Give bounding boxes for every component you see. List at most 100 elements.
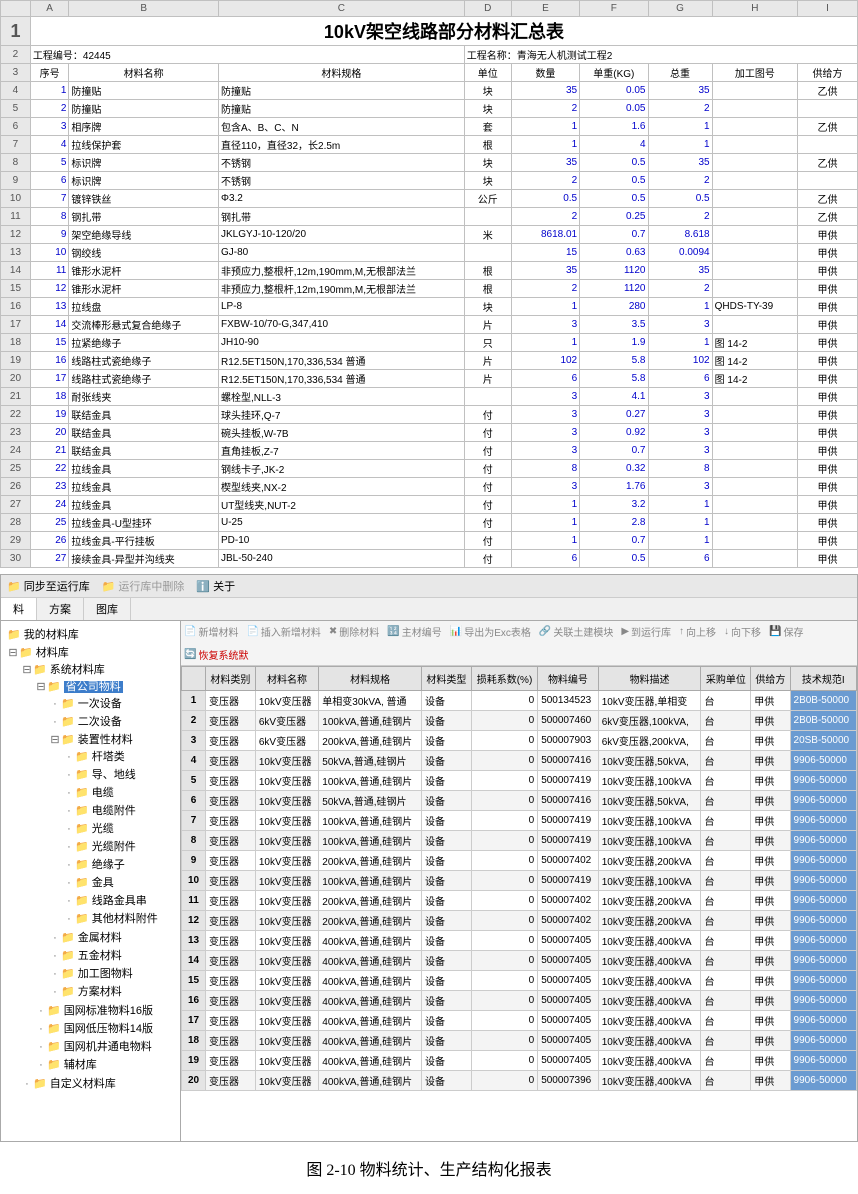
table-row[interactable]: 25 22 拉线金具 钢线卡子,JK-2 付 8 0.32 8 甲供 — [1, 460, 858, 478]
tree-node[interactable]: ·📁 二次设备 — [49, 712, 176, 730]
tree-node[interactable]: ·📁 国网低压物料14版 — [35, 1019, 176, 1037]
summary-spreadsheet[interactable]: A B C D E F G H I 1 10kV架空线路部分材料汇总表 2 工程… — [0, 0, 858, 568]
tab-scheme[interactable]: 方案 — [37, 598, 84, 620]
grid-row[interactable]: 19 变压器 10kV变压器 400kVA,普通,硅钢片 设备 0 500007… — [182, 1051, 857, 1071]
table-row[interactable]: 13 10 钢绞线 GJ-80 15 0.63 0.0094 甲供 — [1, 244, 858, 262]
table-row[interactable]: 19 16 线路柱式瓷绝缘子 R12.5ET150N,170,336,534 普… — [1, 352, 858, 370]
sync-button[interactable]: 📁 同步至运行库 — [7, 578, 90, 594]
tree-node[interactable]: ·📁 其他材料附件 — [63, 909, 176, 927]
table-row[interactable]: 10 7 镀锌铁丝 Φ3.2 公斤 0.5 0.5 0.5 乙供 — [1, 190, 858, 208]
grid-header[interactable] — [182, 667, 206, 691]
tab-gallery[interactable]: 图库 — [84, 598, 131, 620]
table-row[interactable]: 21 18 耐张线夹 螺栓型,NLL-3 3 4.1 3 甲供 — [1, 388, 858, 406]
tree-node[interactable]: ·📁 金具 — [63, 873, 176, 891]
tree-node[interactable]: ·📁 一次设备 — [49, 694, 176, 712]
tb-export[interactable]: 📊导出为Exc表格 — [450, 624, 531, 639]
table-row[interactable]: 27 24 拉线金具 UT型线夹,NUT-2 付 1 3.2 1 甲供 — [1, 496, 858, 514]
table-row[interactable]: 24 21 联结金具 直角挂板,Z-7 付 3 0.7 3 甲供 — [1, 442, 858, 460]
grid-row[interactable]: 8 变压器 10kV变压器 100kVA,普通,硅钢片 设备 0 5000074… — [182, 831, 857, 851]
tree-node[interactable]: ·📁 电缆 — [63, 783, 176, 801]
grid-row[interactable]: 12 变压器 10kV变压器 200kVA,普通,硅钢片 设备 0 500007… — [182, 911, 857, 931]
grid-row[interactable]: 1 变压器 10kV变压器 单相变30kVA, 普通 设备 0 50013452… — [182, 691, 857, 711]
tb-delete[interactable]: ✖删除材料 — [329, 624, 379, 639]
grid-row[interactable]: 11 变压器 10kV变压器 200kVA,普通,硅钢片 设备 0 500007… — [182, 891, 857, 911]
grid-row[interactable]: 5 变压器 10kV变压器 100kVA,普通,硅钢片 设备 0 5000074… — [182, 771, 857, 791]
tb-link[interactable]: 🔗关联土建模块 — [539, 624, 613, 639]
tree-node[interactable]: ·📁 绝缘子 — [63, 855, 176, 873]
grid-row[interactable]: 4 变压器 10kV变压器 50kVA,普通,硅钢片 设备 0 50000741… — [182, 751, 857, 771]
grid-row[interactable]: 15 变压器 10kV变压器 400kVA,普通,硅钢片 设备 0 500007… — [182, 971, 857, 991]
table-row[interactable]: 18 15 拉紧绝缘子 JH10-90 只 1 1.9 1 图 14-2 甲供 — [1, 334, 858, 352]
tree-root-mylib[interactable]: 📁 我的材料库 — [7, 625, 176, 643]
tab-material[interactable]: 料 — [1, 598, 37, 620]
grid-header[interactable]: 材料规格 — [319, 667, 422, 691]
table-row[interactable]: 20 17 线路柱式瓷绝缘子 R12.5ET150N,170,336,534 普… — [1, 370, 858, 388]
grid-row[interactable]: 9 变压器 10kV变压器 200kVA,普通,硅钢片 设备 0 5000074… — [182, 851, 857, 871]
grid-row[interactable]: 7 变压器 10kV变压器 100kVA,普通,硅钢片 设备 0 5000074… — [182, 811, 857, 831]
tree-node[interactable]: ·📁 线路金具串 — [63, 891, 176, 909]
tb-torun[interactable]: ▶到运行库 — [621, 624, 671, 639]
tree-node[interactable]: ·📁 杆塔类 — [63, 747, 176, 765]
tb-code[interactable]: 🔢主材编号 — [387, 624, 441, 639]
tb-down[interactable]: ↓向下移 — [724, 624, 761, 639]
table-row[interactable]: 7 4 拉线保护套 直径110，直径32，长2.5m 根 1 4 1 — [1, 136, 858, 154]
tb-restore[interactable]: 🔄恢复系统默 — [184, 647, 248, 662]
tree-node[interactable]: ·📁 光缆附件 — [63, 837, 176, 855]
table-row[interactable]: 8 5 标识牌 不锈钢 块 35 0.5 35 乙供 — [1, 154, 858, 172]
grid-row[interactable]: 20 变压器 10kV变压器 400kVA,普通,硅钢片 设备 0 500007… — [182, 1071, 857, 1091]
grid-header[interactable]: 材料类别 — [206, 667, 256, 691]
material-datagrid[interactable]: 材料类别材料名称材料规格材料类型损耗系数(%)物料编号物料描述采购单位供给方技术… — [181, 666, 857, 1091]
table-row[interactable]: 22 19 联结金具 球头挂环,Q-7 付 3 0.27 3 甲供 — [1, 406, 858, 424]
table-row[interactable]: 4 1 防撞贴 防撞贴 块 35 0.05 35 乙供 — [1, 82, 858, 100]
grid-row[interactable]: 18 变压器 10kV变压器 400kVA,普通,硅钢片 设备 0 500007… — [182, 1031, 857, 1051]
tree-node[interactable]: ·📁 国网标准物料16版 — [35, 1001, 176, 1019]
grid-header[interactable]: 供给方 — [751, 667, 790, 691]
delete-run-button[interactable]: 📁 运行库中删除 — [102, 578, 185, 594]
grid-row[interactable]: 10 变压器 10kV变压器 100kVA,普通,硅钢片 设备 0 500007… — [182, 871, 857, 891]
tree-node[interactable]: ·📁 辅材库 — [35, 1055, 176, 1073]
grid-header[interactable]: 损耗系数(%) — [471, 667, 537, 691]
table-row[interactable]: 28 25 拉线金具-U型挂环 U-25 付 1 2.8 1 甲供 — [1, 514, 858, 532]
tree-node[interactable]: ·📁 加工图物料 — [49, 964, 176, 982]
table-row[interactable]: 14 11 锥形水泥杆 非预应力,整根杆,12m,190mm,M,无根部法兰 根… — [1, 262, 858, 280]
tb-add[interactable]: 📄新增材料 — [184, 624, 238, 639]
tree-node[interactable]: ⊟📁 省公司物料·📁 一次设备·📁 二次设备⊟📁 装置性材料·📁 杆塔类·📁 导… — [35, 677, 176, 1001]
table-row[interactable]: 26 23 拉线金具 楔型线夹,NX-2 付 3 1.76 3 甲供 — [1, 478, 858, 496]
grid-row[interactable]: 16 变压器 10kV变压器 400kVA,普通,硅钢片 设备 0 500007… — [182, 991, 857, 1011]
about-button[interactable]: ℹ️ 关于 — [196, 578, 235, 594]
grid-header[interactable]: 物料描述 — [598, 667, 701, 691]
tree-node[interactable]: ·📁 五金材料 — [49, 946, 176, 964]
grid-row[interactable]: 13 变压器 10kV变压器 400kVA,普通,硅钢片 设备 0 500007… — [182, 931, 857, 951]
tree-node[interactable]: ⊟📁 装置性材料·📁 杆塔类·📁 导、地线·📁 电缆·📁 电缆附件·📁 光缆·📁… — [49, 730, 176, 928]
tree-node[interactable]: ·📁 光缆 — [63, 819, 176, 837]
table-row[interactable]: 11 8 钢扎带 钢扎带 2 0.25 2 乙供 — [1, 208, 858, 226]
grid-header[interactable]: 技术规范I — [790, 667, 856, 691]
table-row[interactable]: 12 9 架空绝缘导线 JKLGYJ-10-120/20 米 8618.01 0… — [1, 226, 858, 244]
tree-node[interactable]: ⊟📁 系统材料库⊟📁 省公司物料·📁 一次设备·📁 二次设备⊟📁 装置性材料·📁… — [21, 660, 176, 1074]
tb-save[interactable]: 💾保存 — [769, 624, 803, 639]
tree-node[interactable]: ·📁 国网机井通电物料 — [35, 1037, 176, 1055]
table-row[interactable]: 17 14 交流棒形悬式复合绝缘子 FXBW-10/70-G,347,410 片… — [1, 316, 858, 334]
library-tree[interactable]: 📁 我的材料库⊟📁 材料库⊟📁 系统材料库⊟📁 省公司物料·📁 一次设备·📁 二… — [1, 621, 181, 1141]
tree-node[interactable]: ·📁 电缆附件 — [63, 801, 176, 819]
table-row[interactable]: 23 20 联结金具 碗头挂板,W-7B 付 3 0.92 3 甲供 — [1, 424, 858, 442]
grid-row[interactable]: 14 变压器 10kV变压器 400kVA,普通,硅钢片 设备 0 500007… — [182, 951, 857, 971]
grid-header[interactable]: 采购单位 — [701, 667, 751, 691]
tree-node[interactable]: ·📁 金属材料 — [49, 928, 176, 946]
project-name-cell[interactable]: 工程名称：青海无人机测试工程2 — [464, 46, 857, 64]
table-row[interactable]: 16 13 拉线盘 LP-8 块 1 280 1 QHDS-TY-39 甲供 — [1, 298, 858, 316]
table-row[interactable]: 15 12 锥形水泥杆 非预应力,整根杆,12m,190mm,M,无根部法兰 根… — [1, 280, 858, 298]
grid-row[interactable]: 3 变压器 6kV变压器 200kVA,普通,硅钢片 设备 0 50000790… — [182, 731, 857, 751]
table-row[interactable]: 30 27 接续金具-异型并沟线夹 JBL-50-240 付 6 0.5 6 甲… — [1, 550, 858, 568]
grid-header[interactable]: 材料名称 — [255, 667, 318, 691]
grid-row[interactable]: 6 变压器 10kV变压器 50kVA,普通,硅钢片 设备 0 50000741… — [182, 791, 857, 811]
grid-header[interactable]: 物料编号 — [538, 667, 599, 691]
tree-node[interactable]: ·📁 自定义材料库 — [21, 1074, 176, 1092]
project-no-cell[interactable]: 工程编号：42445 — [30, 46, 464, 64]
table-row[interactable]: 9 6 标识牌 不锈钢 块 2 0.5 2 — [1, 172, 858, 190]
table-row[interactable]: 6 3 相序牌 包含A、B、C、N 套 1 1.6 1 乙供 — [1, 118, 858, 136]
grid-row[interactable]: 17 变压器 10kV变压器 400kVA,普通,硅钢片 设备 0 500007… — [182, 1011, 857, 1031]
tree-node[interactable]: ·📁 导、地线 — [63, 765, 176, 783]
grid-header[interactable]: 材料类型 — [421, 667, 471, 691]
tree-node[interactable]: ·📁 方案材料 — [49, 982, 176, 1000]
